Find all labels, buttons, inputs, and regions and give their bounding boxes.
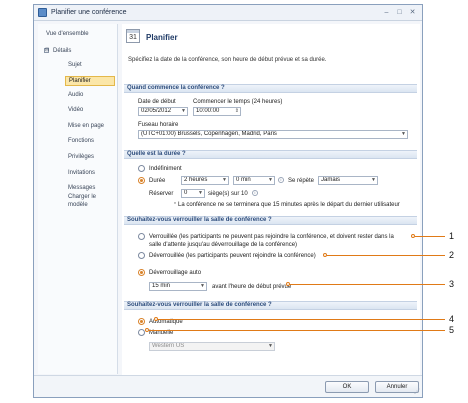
collapse-icon[interactable]: ⊟	[44, 48, 49, 53]
radio-locked[interactable]	[138, 233, 145, 240]
timezone-label: Fuseau horaire	[138, 122, 179, 128]
chevron-down-icon[interactable]: ▼	[222, 177, 227, 184]
chevron-down-icon[interactable]: ▼	[198, 190, 203, 197]
title-bar: Planifier une conférence – □ ✕	[34, 5, 422, 21]
close-icon[interactable]: ✕	[407, 8, 418, 17]
ok-button[interactable]: OK	[325, 381, 369, 393]
region-select[interactable]: Western US ▼	[149, 342, 275, 351]
minutes-select[interactable]: 0 min ▼	[233, 176, 275, 185]
info-icon[interactable]: i	[278, 177, 284, 183]
timezone-select[interactable]: (UTC+01:00) Brussels, Copenhagen, Madrid…	[138, 130, 408, 139]
unlocked-label: Déverrouillée (les participants peuvent …	[149, 253, 316, 259]
start-date-label: Date de début	[138, 99, 176, 105]
resize-grip-icon[interactable]: ⋰	[414, 388, 420, 395]
chevron-down-icon[interactable]: ▼	[401, 131, 406, 138]
callout-1: 1	[449, 231, 455, 241]
page-title: Planifier	[146, 33, 178, 42]
start-time-field[interactable]: 10:00:00 ⇕	[193, 107, 241, 116]
maximize-icon[interactable]: □	[394, 8, 405, 17]
cancel-button[interactable]: Annuler	[375, 381, 419, 393]
callout-2: 2	[449, 250, 455, 260]
locked-label-line2: salle d'attente jusqu'au déverrouillage …	[149, 242, 298, 248]
repeat-select[interactable]: Jamais ▼	[318, 176, 378, 185]
page-description: Spécifiez la date de la conférence, son …	[128, 57, 327, 63]
auto-unlock-select[interactable]: 15 min ▼	[149, 282, 207, 291]
schedule-panel: 31 Planifier Spécifiez la date de la con…	[122, 24, 420, 377]
sidebar-item-overview[interactable]: Vue d'ensemble	[46, 31, 89, 37]
start-date-field[interactable]: 02/05/2012 ▼	[138, 107, 188, 116]
callout-line	[149, 330, 445, 331]
info-icon[interactable]: i	[252, 190, 258, 196]
callout-4: 4	[449, 314, 455, 324]
callout-line	[415, 236, 445, 237]
callout-line	[327, 255, 445, 256]
spinner-icon[interactable]: ⇕	[235, 108, 239, 115]
sidebar-item-schedule[interactable]: Planifier	[65, 76, 115, 86]
auto-unlock-suffix: avant l'heure de début prévue	[212, 284, 292, 290]
sidebar-item-video[interactable]: Vidéo	[68, 107, 83, 113]
section-duration: Quelle est la durée ?	[124, 150, 417, 159]
indefinite-label: Indéfiniment	[149, 166, 182, 172]
section-when: Quand commence la conférence ?	[124, 84, 417, 93]
sidebar-item-layout[interactable]: Mise en page	[68, 123, 104, 129]
sidebar-group-details[interactable]: Détails	[53, 48, 71, 54]
callout-3: 3	[449, 279, 455, 289]
dialog-window: Planifier une conférence – □ ✕ Vue d'ens…	[33, 4, 423, 398]
hours-select[interactable]: 2 heures ▼	[181, 176, 229, 185]
radio-automatic[interactable]	[138, 318, 145, 325]
radio-unlocked[interactable]	[138, 252, 145, 259]
auto-unlock-label: Déverrouillage auto	[149, 270, 202, 276]
calendar-icon: 31	[126, 29, 140, 43]
sidebar-item-features[interactable]: Fonctions	[68, 138, 94, 144]
sidebar-item-load-template[interactable]: Charger le modèle	[68, 193, 113, 209]
note-bullet-icon: *	[174, 202, 176, 208]
section-lock: Souhaitez-vous verrouiller la salle de c…	[124, 216, 417, 225]
sidebar-item-subject[interactable]: Sujet	[68, 62, 82, 68]
seats-select[interactable]: 0 ▼	[181, 189, 205, 198]
chevron-down-icon[interactable]: ▼	[200, 283, 205, 290]
minimize-icon[interactable]: –	[381, 8, 392, 17]
reconnect-label: Réserver	[149, 191, 174, 197]
sidebar: Vue d'ensemble ⊟ Détails Sujet Planifier…	[38, 24, 118, 374]
callout-line	[158, 319, 445, 320]
sidebar-item-messages[interactable]: Messages	[68, 185, 95, 191]
duration-label: Durée	[149, 178, 166, 184]
dialog-footer: OK Annuler ⋰	[34, 375, 422, 397]
chevron-down-icon[interactable]: ▼	[181, 108, 186, 115]
sidebar-item-invitations[interactable]: Invitations	[68, 170, 95, 176]
app-icon	[38, 8, 47, 17]
sidebar-item-privileges[interactable]: Privilèges	[68, 154, 94, 160]
section-lock-mode: Souhaitez-vous verrouiller la salle de c…	[124, 301, 417, 310]
sidebar-item-audio[interactable]: Audio	[68, 92, 83, 98]
start-time-label: Commencer le temps (24 heures)	[193, 99, 283, 105]
chevron-down-icon[interactable]: ▼	[268, 343, 273, 350]
chevron-down-icon[interactable]: ▼	[371, 177, 376, 184]
radio-manual[interactable]	[138, 329, 145, 336]
window-title: Planifier une conférence	[51, 9, 127, 16]
repeat-label: Se répète	[288, 178, 315, 184]
chevron-down-icon[interactable]: ▼	[268, 177, 273, 184]
seats-text: siège(s) sur 10	[208, 191, 248, 197]
duration-note: La conférence ne se terminera que 15 min…	[178, 202, 400, 208]
radio-duration[interactable]	[138, 177, 145, 184]
callout-line	[290, 284, 445, 285]
radio-auto-unlock[interactable]	[138, 269, 145, 276]
locked-label: Verrouillée (les participants ne peuvent…	[149, 234, 394, 240]
radio-indefinite[interactable]	[138, 165, 145, 172]
callout-5: 5	[449, 325, 455, 335]
